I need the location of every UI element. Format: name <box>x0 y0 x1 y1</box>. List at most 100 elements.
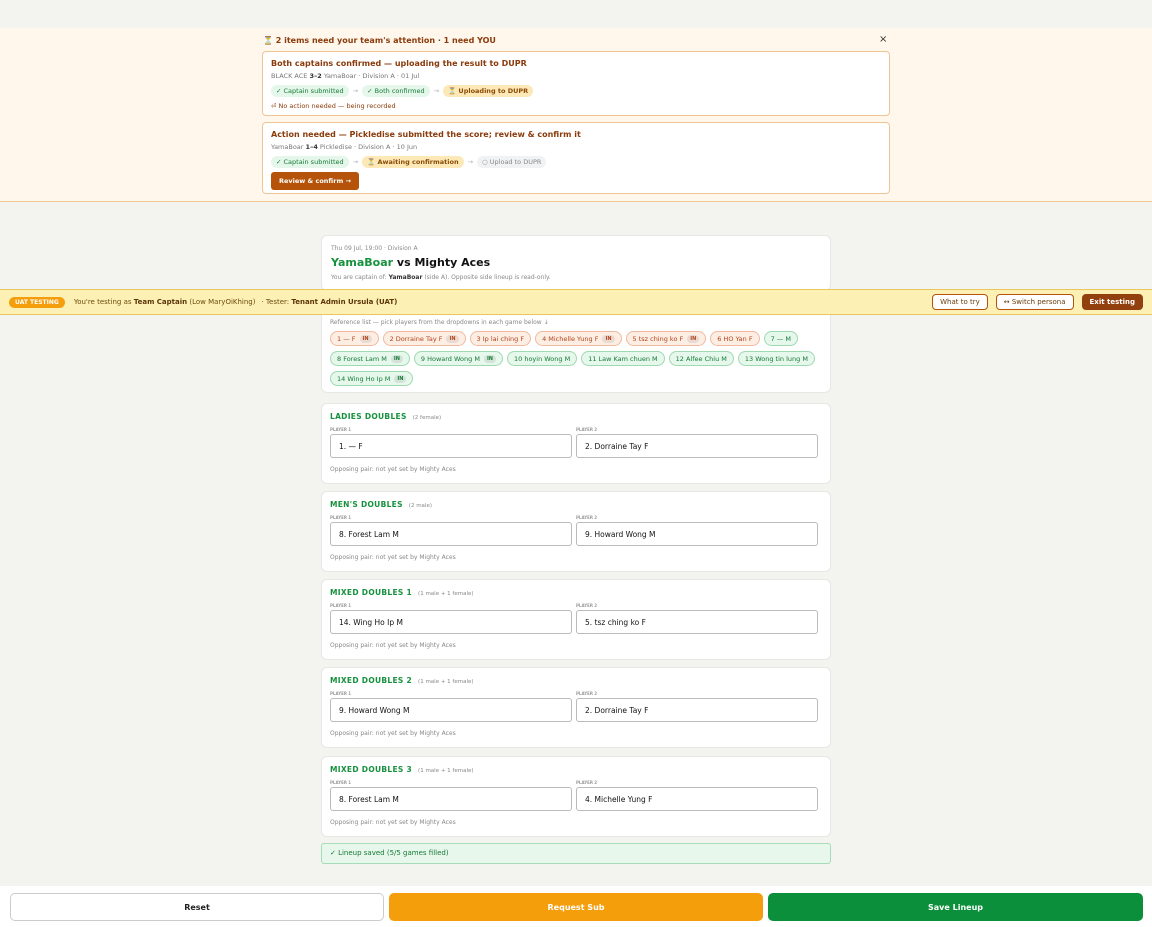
player-pill: 11 Law Kam chuen M <box>581 351 665 366</box>
opposing-pair-note: Opposing pair: not yet set by Mighty Ace… <box>330 819 456 826</box>
game-requirement: (1 male + 1 female) <box>418 591 474 597</box>
opposing-pair-note: Opposing pair: not yet set by Mighty Ace… <box>330 730 456 737</box>
attention-item-title: Both captains confirmed — uploading the … <box>271 59 527 68</box>
uat-badge: UAT TESTING <box>9 296 65 308</box>
player1-label: PLAYER 1 <box>330 691 352 696</box>
status-chip: ⏳ Uploading to DUPR <box>443 85 534 97</box>
uat-tester: · Tester: Tenant Admin Ursula (UAT) <box>261 298 398 306</box>
player2-select[interactable]: 2. Dorraine Tay F <box>576 698 818 722</box>
player-pill: 14 Wing Ho Ip M IN <box>330 371 414 386</box>
status-chip: ✓ Both confirmed <box>362 85 430 97</box>
player2-label: PLAYER 2 <box>576 691 598 696</box>
save-lineup-button[interactable]: Save Lineup <box>768 893 1143 921</box>
player2-select[interactable]: 4. Michelle Yung F <box>576 787 818 811</box>
player1-label: PLAYER 1 <box>330 515 352 520</box>
exit-testing-button[interactable]: Exit testing <box>1081 294 1143 310</box>
player2-label: PLAYER 2 <box>576 603 598 608</box>
player-pill: 5 tsz ching ko F IN <box>625 331 707 346</box>
game-requirement: (2 male) <box>408 503 432 509</box>
in-lineup-badge: IN <box>390 354 403 363</box>
game-name: MIXED DOUBLES 3 <box>330 765 413 774</box>
attention-header: ⏳ 2 items need your team's attention · 1… <box>263 36 496 45</box>
uat-persona: You're testing as Team Captain (Low Mary… <box>73 298 256 306</box>
status-chip: ○ Upload to DUPR <box>477 156 547 168</box>
player2-label: PLAYER 2 <box>576 515 598 520</box>
game-requirement: (1 male + 1 female) <box>418 768 474 774</box>
arrow-icon: → <box>352 158 359 166</box>
player-pill: 2 Dorraine Tay F IN <box>382 331 466 346</box>
player1-select[interactable]: 8. Forest Lam M <box>330 522 572 546</box>
in-lineup-badge: IN <box>483 354 496 363</box>
player-pill: 6 HO Yan F <box>710 331 760 346</box>
opposing-pair-note: Opposing pair: not yet set by Mighty Ace… <box>330 466 456 473</box>
status-steps: ✓ Captain submitted → ✓ Both confirmed →… <box>271 85 881 97</box>
attention-item-confirm: Action needed — Pickledise submitted the… <box>262 122 890 194</box>
status-chip: ✓ Captain submitted <box>271 85 349 97</box>
game-name: MIXED DOUBLES 2 <box>330 676 413 685</box>
opposing-pair-note: Opposing pair: not yet set by Mighty Ace… <box>330 642 456 649</box>
status-chip: ⏳ Awaiting confirmation <box>362 156 464 168</box>
player2-select[interactable]: 2. Dorraine Tay F <box>576 434 818 458</box>
attention-banner: ⏳ 2 items need your team's attention · 1… <box>0 28 1152 202</box>
lineup-saved-status: ✓ Lineup saved (5/5 games filled) <box>321 843 831 864</box>
in-lineup-badge: IN <box>446 334 459 343</box>
what-to-try-button[interactable]: What to try <box>932 294 988 310</box>
player1-select[interactable]: 8. Forest Lam M <box>330 787 572 811</box>
roster-reference: Reference list — pick players from the d… <box>321 314 831 393</box>
player2-select[interactable]: 5. tsz ching ko F <box>576 610 818 634</box>
match-meta: Thu 09 Jul, 19:00 · Division A <box>331 245 418 252</box>
status-chip: ✓ Captain submitted <box>271 156 349 168</box>
player-pill: 10 hoyin Wong M <box>506 351 578 366</box>
game-name: LADIES DOUBLES <box>330 412 407 421</box>
player2-label: PLAYER 2 <box>576 780 598 785</box>
reset-button[interactable]: Reset <box>10 893 384 921</box>
player-pill: 13 Wong tin lung M <box>737 351 815 366</box>
close-icon[interactable]: × <box>879 34 887 45</box>
attention-item-upload: Both captains confirmed — uploading the … <box>262 51 890 116</box>
game-card: LADIES DOUBLES (2 female) PLAYER 1 PLAYER 2… <box>321 403 831 484</box>
game-card: MIXED DOUBLES 1 (1 male + 1 female) PLAYER… <box>321 579 831 660</box>
match-header: Thu 09 Jul, 19:00 · Division A YamaBoar … <box>321 235 831 291</box>
game-card: MEN'S DOUBLES (2 male) PLAYER 1 PLAYER 2 8. … <box>321 491 831 572</box>
switch-persona-button[interactable]: ↔ Switch persona <box>995 294 1074 310</box>
player-pill: 3 Ip lai ching F <box>469 331 532 346</box>
player-pill: 12 Alfee Chiu M <box>668 351 734 366</box>
game-name: MIXED DOUBLES 1 <box>330 588 413 597</box>
request-sub-button[interactable]: Request Sub <box>389 893 763 921</box>
player-pill: 1 — F IN <box>330 331 379 346</box>
attention-item-meta: YamaBoar 1–4 Pickledise · Division A · 1… <box>271 143 418 151</box>
action-bar: Reset Request Sub Save Lineup <box>0 886 1152 927</box>
arrow-icon: → <box>433 87 440 95</box>
review-confirm-button[interactable]: Review & confirm → <box>271 172 359 190</box>
player1-label: PLAYER 1 <box>330 603 352 608</box>
attention-item-note: ⏎ No action needed — being recorded <box>271 102 396 110</box>
game-card: MIXED DOUBLES 2 (1 male + 1 female) PLAYER… <box>321 667 831 748</box>
in-lineup-badge: IN <box>394 374 407 383</box>
player-pill-list: 1 — F IN 2 Dorraine Tay F IN 3 Ip lai ching … <box>330 331 822 391</box>
player-pill: 4 Michelle Yung F IN <box>535 331 622 346</box>
player2-label: PLAYER 2 <box>576 427 598 432</box>
uat-testing-bar: UAT TESTING You're testing as Team Capta… <box>0 289 1152 315</box>
player-pill: 9 Howard Wong M IN <box>413 351 503 366</box>
match-title: YamaBoar vs Mighty Aces <box>331 256 491 269</box>
game-requirement: (1 male + 1 female) <box>418 679 474 685</box>
roster-reference-label: Reference list — pick players from the d… <box>330 319 549 326</box>
opposing-pair-note: Opposing pair: not yet set by Mighty Ace… <box>330 554 456 561</box>
status-steps: ✓ Captain submitted → ⏳ Awaiting confirm… <box>271 156 881 168</box>
captain-note: You are captain of: YamaBoar (side A). O… <box>331 274 551 281</box>
game-name: MEN'S DOUBLES <box>330 500 403 509</box>
player1-label: PLAYER 1 <box>330 780 352 785</box>
in-lineup-badge: IN <box>359 334 372 343</box>
player1-label: PLAYER 1 <box>330 427 352 432</box>
arrow-icon: → <box>352 87 359 95</box>
in-lineup-badge: IN <box>687 334 700 343</box>
attention-item-title: Action needed — Pickledise submitted the… <box>271 130 581 139</box>
in-lineup-badge: IN <box>602 334 615 343</box>
player1-select[interactable]: 14. Wing Ho Ip M <box>330 610 572 634</box>
game-requirement: (2 female) <box>412 415 442 421</box>
player1-select[interactable]: 9. Howard Wong M <box>330 698 572 722</box>
player-pill: 8 Forest Lam M IN <box>330 351 410 366</box>
game-card: MIXED DOUBLES 3 (1 male + 1 female) PLAYER… <box>321 756 831 837</box>
player1-select[interactable]: 1. — F <box>330 434 572 458</box>
player2-select[interactable]: 9. Howard Wong M <box>576 522 818 546</box>
